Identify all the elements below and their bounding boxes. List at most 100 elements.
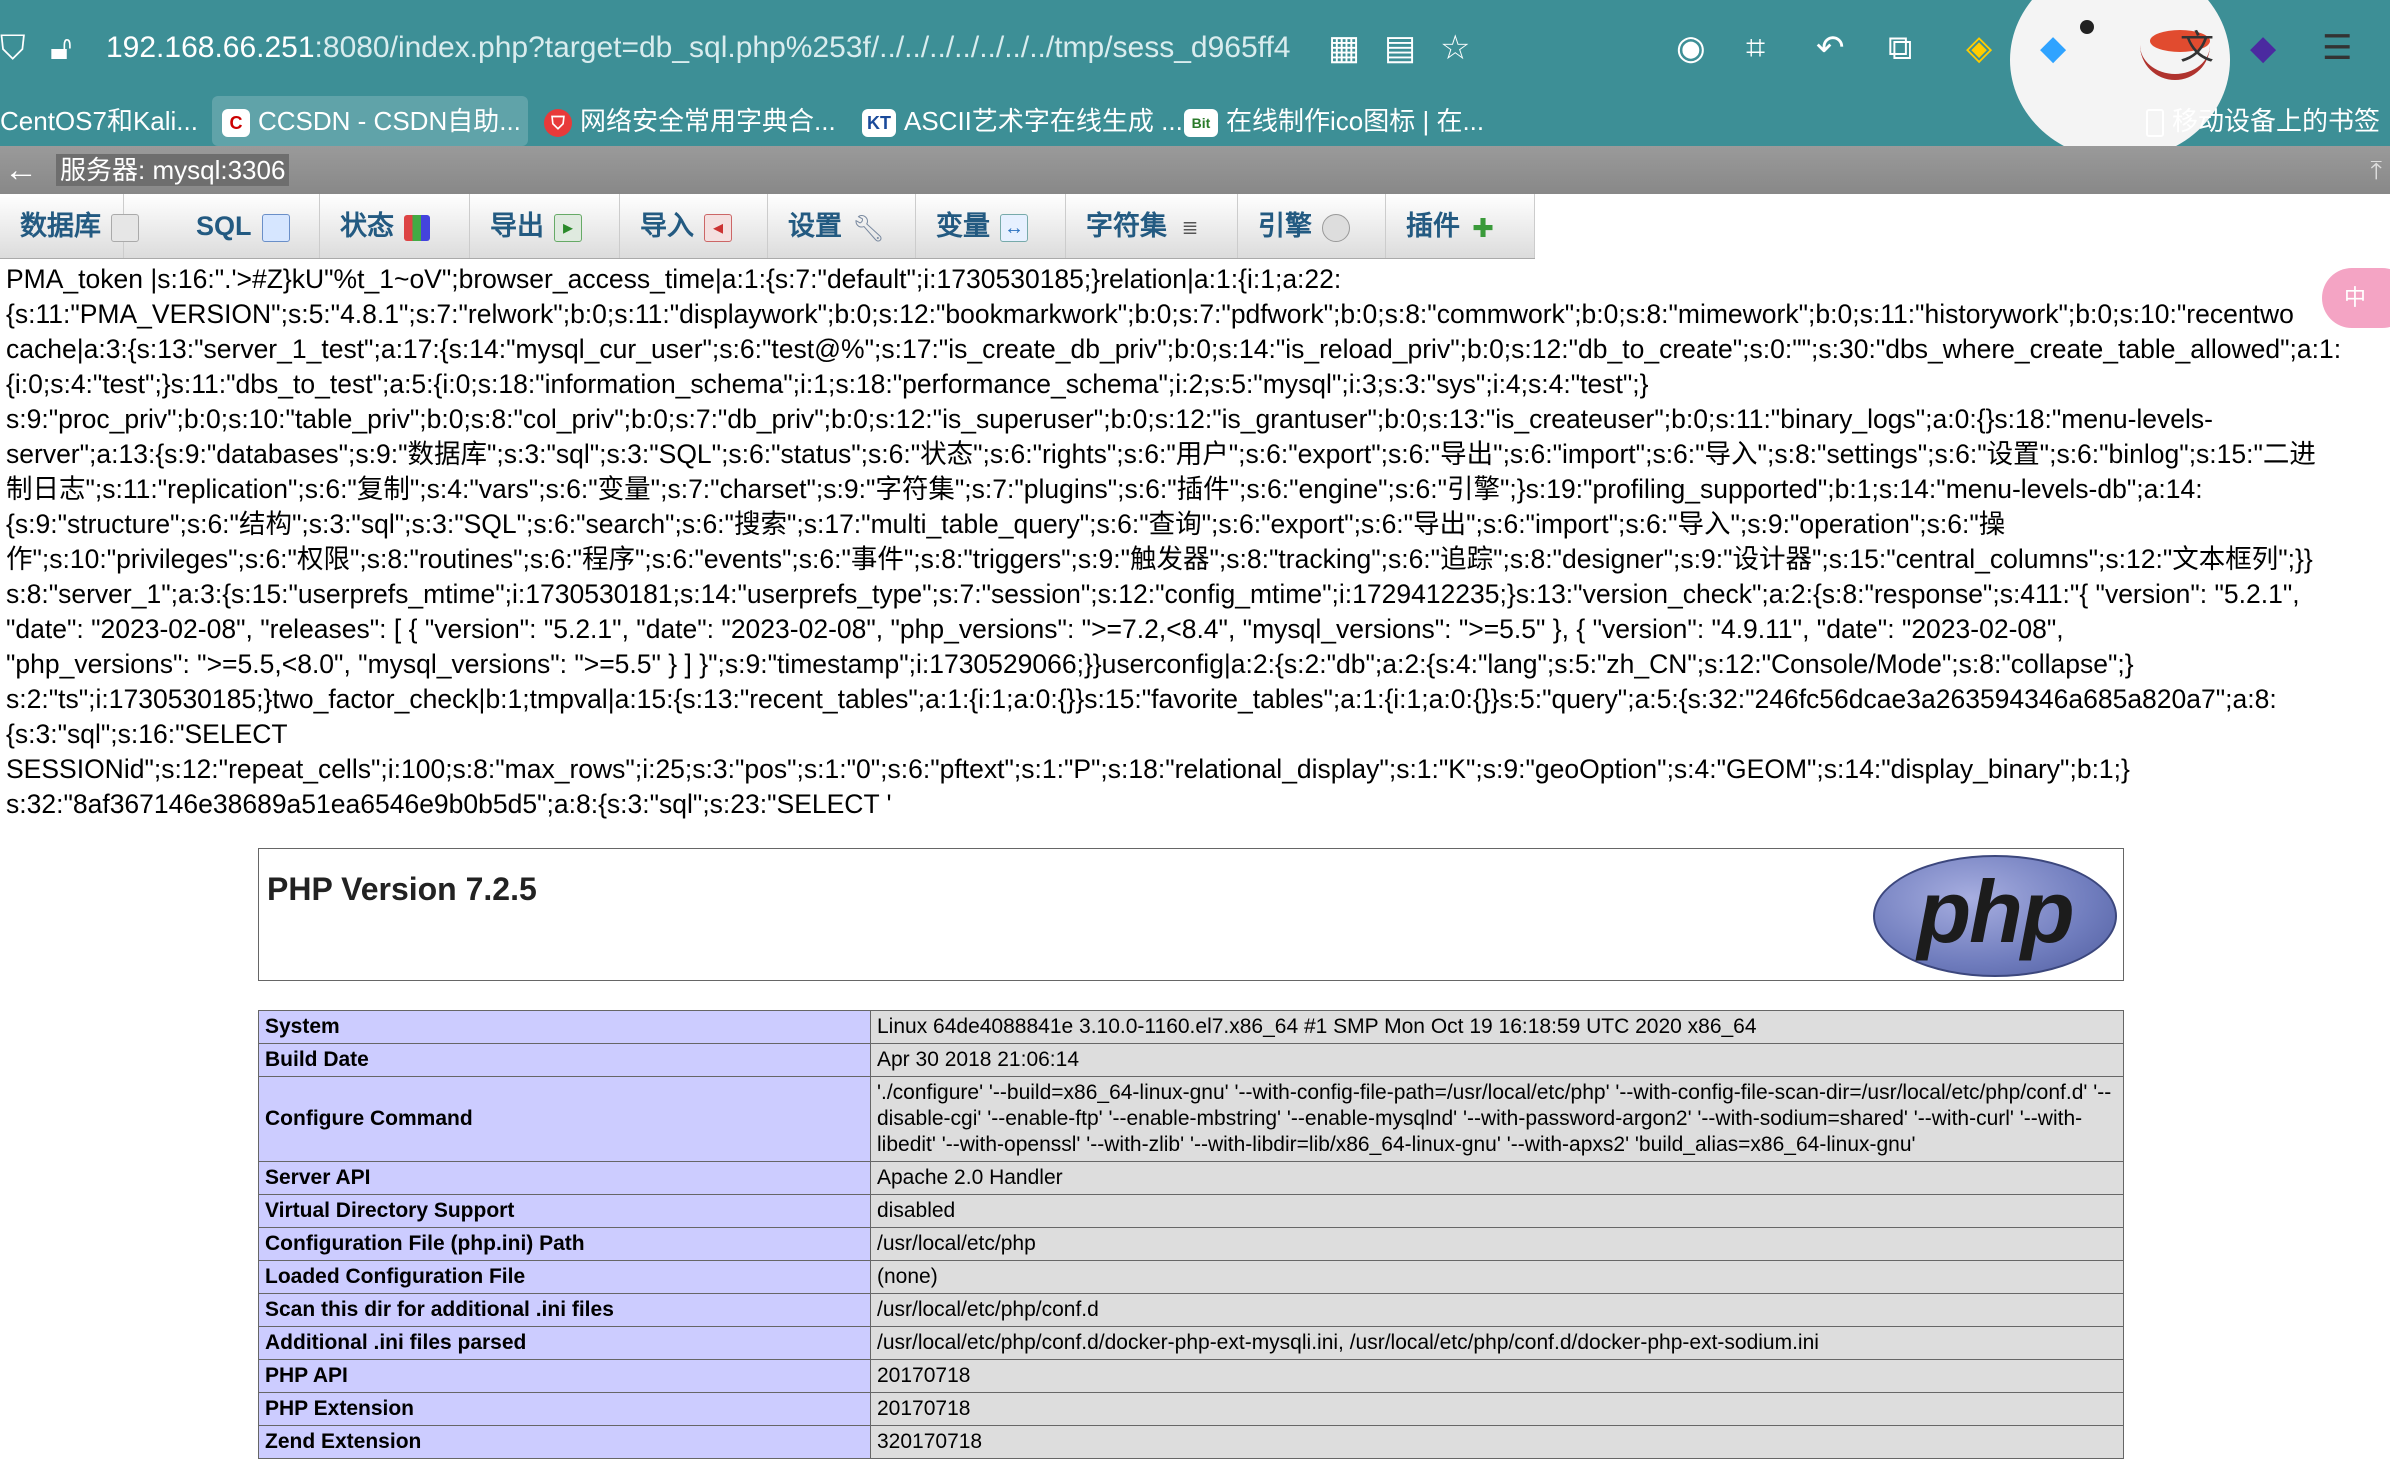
table-row: PHP API 20170718 bbox=[258, 1359, 2124, 1393]
back-arrow-icon[interactable]: ← bbox=[4, 146, 38, 194]
row-value: 20170718 bbox=[870, 1392, 2124, 1426]
bookmark-item[interactable]: ⛉ 网络安全常用字典合... bbox=[544, 96, 844, 146]
row-value: 320170718 bbox=[870, 1425, 2124, 1459]
tab-plugins[interactable]: 插件 ✚ bbox=[1386, 194, 1535, 258]
row-value: 20170718 bbox=[870, 1359, 2124, 1393]
table-row: Server API Apache 2.0 Handler bbox=[258, 1161, 2124, 1195]
dump-line: cache|a:3:{s:13:"server_1_test";a:17:{s:… bbox=[6, 334, 2342, 364]
tab-import[interactable]: 导入 ◂ bbox=[620, 194, 768, 258]
extensions-icon[interactable]: ⧉ bbox=[1888, 0, 1912, 96]
dump-line: s:32:"8af367146e38689a51ea6546e9b0b5d5";… bbox=[6, 789, 892, 819]
session-dump-text: PMA_token |s:16:".'>#Z}kU"%t_1~oV";brows… bbox=[6, 262, 2390, 822]
extension-diamond-icon[interactable]: ◆ bbox=[2250, 0, 2276, 96]
dump-line: {i:0;s:4:"test";}s:11:"dbs_to_test";a:5:… bbox=[6, 369, 1649, 399]
status-chart-icon bbox=[404, 214, 430, 241]
tab-label: 插件 bbox=[1406, 211, 1460, 241]
translate-icon[interactable]: 文 bbox=[2180, 0, 2214, 96]
top-menu: 数据库 SQL 状态 导出 ▸ 导入 ◂ 设置 🔧︎ 变量 ↔ 字符集 ≣ 引擎 插件 ✚ bbox=[0, 194, 1535, 259]
dump-line: {s:3:"sql";s:16:"SELECT bbox=[6, 719, 288, 749]
tab-label: 状态 bbox=[340, 211, 394, 241]
dump-line: s:2:"ts";i:1730530185;}two_factor_check|… bbox=[6, 684, 2277, 714]
charset-icon: ≣ bbox=[1181, 216, 1199, 239]
php-logo: php bbox=[1873, 855, 2117, 977]
url-path: :8080/index.php?target=db_sql.php%253f/.… bbox=[314, 31, 1291, 64]
extension-arrow-icon[interactable]: ◆ bbox=[2040, 0, 2066, 96]
bookmark-label: CentOS7和Kali... bbox=[0, 106, 196, 136]
variables-icon: ↔ bbox=[1000, 213, 1028, 242]
collapse-icon[interactable]: ⤒ bbox=[2371, 146, 2383, 194]
bookmark-item[interactable]: Bit 在线制作ico图标 | 在... bbox=[1184, 96, 1484, 146]
address-bar[interactable]: ⛉ 🔓︎ 192.168.66.251:8080/index.php?targe… bbox=[0, 0, 2390, 146]
row-value: disabled bbox=[870, 1194, 2124, 1228]
bookmark-item[interactable]: KT ASCII艺术字在线生成 ... bbox=[862, 96, 1182, 146]
row-key: Zend Extension bbox=[258, 1425, 871, 1459]
import-icon: ◂ bbox=[704, 213, 732, 242]
tab-export[interactable]: 导出 ▸ bbox=[470, 194, 620, 258]
bookmark-item[interactable]: CentOS7和Kali... bbox=[0, 96, 196, 146]
browser-toolbar: ⛉ 🔓︎ 192.168.66.251:8080/index.php?targe… bbox=[0, 0, 2390, 146]
mobile-bookmarks[interactable]: 移动设备上的书签 bbox=[2146, 96, 2390, 146]
server-breadcrumb[interactable]: 服务器: mysql:3306 bbox=[56, 154, 290, 186]
kt-icon: KT bbox=[862, 109, 896, 138]
shield-icon[interactable]: ⛉ bbox=[0, 0, 26, 96]
url-input[interactable]: 192.168.66.251:8080/index.php?target=db_… bbox=[106, 0, 1296, 96]
tab-sql[interactable]: SQL bbox=[124, 194, 320, 258]
tab-engines[interactable]: 引擎 bbox=[1238, 194, 1386, 258]
tab-variables[interactable]: 变量 ↔ bbox=[916, 194, 1066, 258]
tab-charset[interactable]: 字符集 ≣ bbox=[1066, 194, 1238, 258]
tab-status[interactable]: 状态 bbox=[320, 194, 470, 258]
row-value: Linux 64de4088841e 3.10.0-1160.el7.x86_6… bbox=[870, 1010, 2124, 1044]
row-value: /usr/local/etc/php/conf.d bbox=[870, 1293, 2124, 1327]
server-breadcrumb-bar: ← 服务器: mysql:3306 ⤒ bbox=[0, 146, 2390, 194]
tab-label: SQL bbox=[196, 211, 252, 241]
wrench-icon: 🔧︎ bbox=[852, 212, 886, 243]
qr-code-icon[interactable]: ▦ bbox=[1328, 0, 1360, 96]
star-icon[interactable]: ☆ bbox=[1440, 0, 1470, 96]
table-row: Additional .ini files parsed/usr/local/e… bbox=[258, 1326, 2124, 1360]
reader-mode-icon[interactable]: ▤ bbox=[1384, 0, 1416, 96]
dump-line: server";a:13:{s:9:"databases";s:9:"数据库";… bbox=[6, 439, 2316, 469]
table-row: Build Date Apr 30 2018 21:06:14 bbox=[258, 1043, 2124, 1077]
row-key: Virtual Directory Support bbox=[258, 1194, 871, 1228]
php-logo-text: php bbox=[1917, 862, 2074, 961]
export-icon: ▸ bbox=[554, 213, 582, 242]
table-row: Scan this dir for additional .ini files /… bbox=[258, 1293, 2124, 1327]
dump-line: PMA_token |s:16:".'>#Z}kU"%t_1~oV";brows… bbox=[6, 264, 1342, 294]
puzzle-icon: ✚ bbox=[1472, 212, 1494, 243]
tab-label: 设置 bbox=[788, 211, 842, 241]
tab-label: 导入 bbox=[640, 211, 694, 241]
dump-line: {s:9:"structure";s:6:"结构";s:3:"sql";s:3:… bbox=[6, 509, 2006, 539]
menu-icon[interactable]: ☰ bbox=[2322, 0, 2352, 96]
row-key: Configuration File (php.ini) Path bbox=[258, 1227, 871, 1261]
crop-icon[interactable]: ⌗ bbox=[1746, 0, 1765, 96]
account-icon[interactable]: ◉ bbox=[1676, 0, 1706, 96]
row-key: Server API bbox=[258, 1161, 871, 1195]
row-key: Scan this dir for additional .ini files bbox=[258, 1293, 871, 1327]
bookmark-label: ASCII艺术字在线生成 ... bbox=[904, 106, 1182, 136]
table-row: Configuration File (php.ini) Path/usr/lo… bbox=[258, 1227, 2124, 1261]
table-row: Loaded Configuration File (none) bbox=[258, 1260, 2124, 1294]
tab-databases[interactable]: 数据库 bbox=[0, 194, 139, 258]
row-value: Apr 30 2018 21:06:14 bbox=[870, 1043, 2124, 1077]
url-host: 192.168.66.251 bbox=[106, 31, 315, 64]
tab-label: 导出 bbox=[490, 211, 544, 241]
row-key: Loaded Configuration File bbox=[258, 1260, 871, 1294]
engine-icon bbox=[1322, 213, 1350, 242]
dump-line: s:9:"proc_priv";b:0;s:10:"table_priv";b:… bbox=[6, 404, 2213, 434]
undo-icon[interactable]: ↶ bbox=[1816, 0, 1845, 96]
row-key: PHP Extension bbox=[258, 1392, 871, 1426]
extension-badge-icon[interactable]: ◈ bbox=[1966, 0, 1992, 96]
tab-label: 字符集 bbox=[1086, 211, 1167, 241]
floating-translate-badge[interactable]: 中 bbox=[2322, 268, 2390, 328]
tab-label: 变量 bbox=[936, 211, 990, 241]
row-value: (none) bbox=[870, 1260, 2124, 1294]
tab-settings[interactable]: 设置 🔧︎ bbox=[768, 194, 916, 258]
row-value: Apache 2.0 Handler bbox=[870, 1161, 2124, 1195]
bookmark-item[interactable]: C CCSDN - CSDN自助... bbox=[212, 96, 528, 146]
csdn-icon: C bbox=[222, 109, 250, 138]
dump-line: "date": "2023-02-08", "releases": [ { "v… bbox=[6, 614, 2064, 644]
bookmark-label: 在线制作ico图标 | 在... bbox=[1226, 106, 1484, 136]
bookmark-label: 网络安全常用字典合... bbox=[580, 106, 836, 136]
row-value: /usr/local/etc/php bbox=[870, 1227, 2124, 1261]
insecure-lock-icon[interactable]: 🔓︎ bbox=[50, 0, 72, 96]
